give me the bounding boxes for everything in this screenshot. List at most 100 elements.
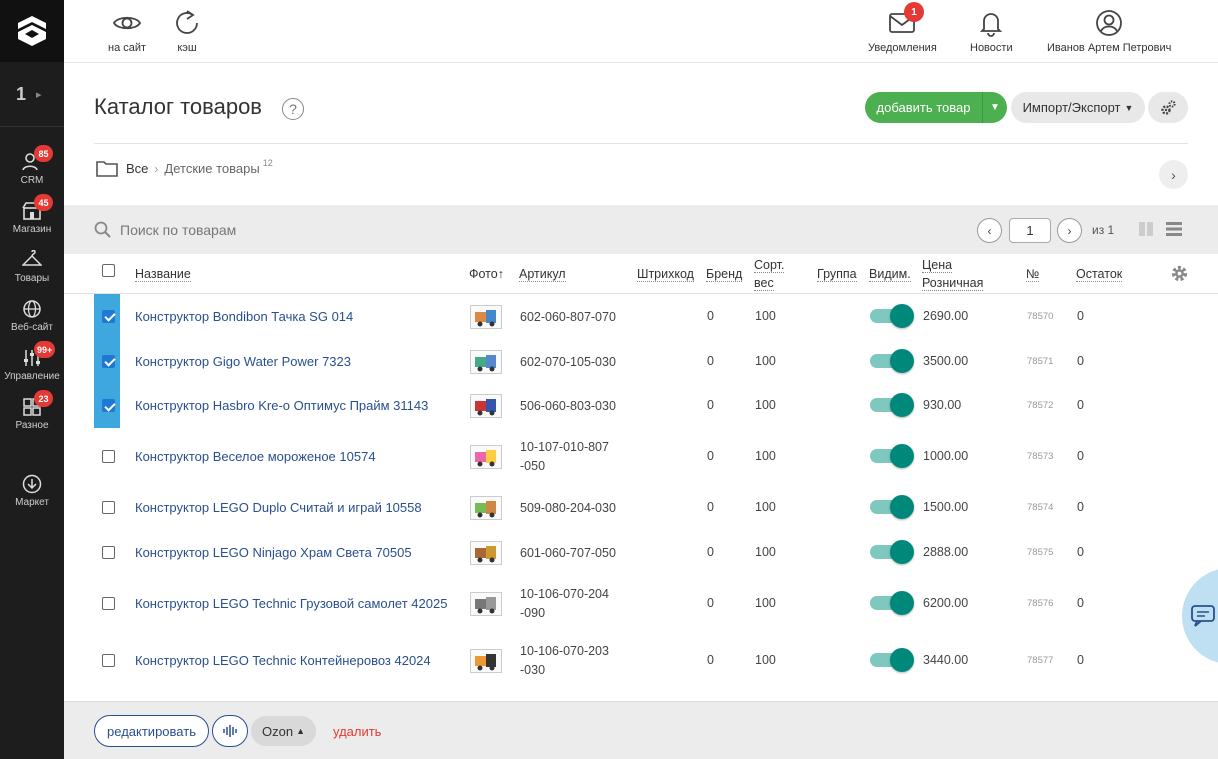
col-photo[interactable]: Фото↑ (469, 265, 504, 283)
product-name-link[interactable]: Конструктор Bondibon Тачка SG 014 (135, 309, 353, 324)
product-name-link[interactable]: Конструктор LEGO Technic Контейнеровоз 4… (135, 653, 431, 668)
product-name-link[interactable]: Конструктор LEGO Ninjago Храм Света 7050… (135, 545, 412, 560)
table-row[interactable]: Конструктор LEGO Technic Контейнеровоз 4… (64, 632, 1218, 689)
checkbox[interactable] (102, 653, 115, 667)
col-visible[interactable]: Видим. (869, 265, 911, 283)
product-photo[interactable] (470, 349, 502, 374)
table-row[interactable]: Конструктор Gigo Water Power 7323 602-070… (64, 339, 1218, 384)
select-all-checkbox[interactable] (102, 264, 115, 282)
sidebar: 1 ▸ CRM 85 Магазин 45 Товары Веб-сайт Уп… (0, 0, 64, 759)
col-sort-weight[interactable]: Сорт. вес (754, 256, 785, 292)
visibility-toggle[interactable] (870, 303, 914, 328)
checkbox[interactable] (102, 309, 115, 323)
sidebar-item-products[interactable]: Товары (0, 239, 64, 288)
col-name[interactable]: Название (135, 265, 191, 283)
toggle-knob (890, 303, 914, 328)
product-name-link[interactable]: Конструктор LEGO Technic Грузовой самоле… (135, 596, 447, 611)
search-input[interactable] (120, 217, 620, 242)
product-photo[interactable] (470, 444, 502, 469)
news-button[interactable]: Новости (970, 8, 1013, 54)
visibility-toggle[interactable] (870, 348, 914, 373)
product-number: 78571 (1027, 355, 1054, 367)
breadcrumb-next-button[interactable]: › (1159, 160, 1188, 189)
visibility-toggle[interactable] (870, 393, 914, 417)
table-row[interactable]: Конструктор Hasbro Kre-o Оптимус Прайм 3… (64, 384, 1218, 428)
col-number[interactable]: № (1026, 265, 1040, 283)
sidebar-item-market[interactable]: Маркет (0, 463, 64, 512)
col-visible-label: Видим. (869, 267, 911, 282)
visibility-toggle[interactable] (870, 494, 914, 519)
edit-button[interactable]: редактировать (94, 715, 209, 747)
row-checkbox[interactable] (102, 596, 115, 613)
gear-icon[interactable] (1170, 264, 1189, 283)
user-menu[interactable]: Иванов Артем Петрович (1047, 8, 1171, 54)
checkbox[interactable] (102, 354, 115, 368)
product-name-link[interactable]: Конструктор LEGO Duplo Считай и играй 10… (135, 500, 422, 515)
waveform-button[interactable] (212, 715, 248, 747)
table-row[interactable]: Конструктор LEGO Ninjago Храм Света 7050… (64, 530, 1218, 575)
product-name-link[interactable]: Конструктор Веселое мороженое 10574 (135, 449, 376, 464)
marketplace-dropdown[interactable]: Ozon ▲ (251, 716, 316, 746)
col-barcode[interactable]: Штрихкод (637, 265, 694, 283)
next-page-button[interactable]: › (1057, 218, 1082, 243)
notifications-button[interactable]: Уведомления 1 (868, 2, 937, 54)
row-checkbox[interactable] (102, 399, 115, 415)
table-row[interactable]: Конструктор LEGO Duplo Считай и играй 10… (64, 485, 1218, 530)
visibility-toggle[interactable] (870, 443, 914, 468)
col-group[interactable]: Группа (817, 265, 857, 283)
row-checkbox[interactable] (102, 309, 115, 326)
help-icon[interactable]: ? (282, 98, 304, 120)
logo[interactable] (0, 0, 64, 62)
checkbox[interactable] (102, 399, 115, 412)
list-view-icon[interactable] (1166, 221, 1182, 237)
add-product-button[interactable]: добавить товар ▼ (865, 92, 1007, 123)
breadcrumb-root[interactable]: Все (126, 161, 148, 176)
site-selector[interactable]: 1 ▸ (0, 62, 64, 127)
delete-button[interactable]: удалить (333, 724, 381, 739)
checkbox[interactable] (102, 449, 115, 463)
row-checkbox[interactable] (102, 500, 115, 517)
news-label: Новости (970, 42, 1013, 54)
cache-button[interactable]: кэш (172, 8, 202, 54)
row-checkbox[interactable] (102, 545, 115, 562)
checkbox[interactable] (102, 264, 115, 277)
product-photo[interactable] (470, 648, 502, 673)
checkbox[interactable] (102, 545, 115, 559)
import-export-button[interactable]: Импорт/Экспорт ▼ (1011, 92, 1145, 123)
row-checkbox[interactable] (102, 449, 115, 466)
row-checkbox[interactable] (102, 354, 115, 371)
visibility-toggle[interactable] (870, 539, 914, 564)
product-photo[interactable] (470, 540, 502, 565)
checkbox[interactable] (102, 500, 115, 514)
settings-button[interactable] (1148, 92, 1188, 123)
col-price[interactable]: Цена Розничная (922, 256, 984, 292)
col-article[interactable]: Артикул (519, 265, 566, 283)
checkbox[interactable] (102, 596, 115, 610)
sidebar-item-management[interactable]: Управление 99+ (0, 337, 64, 386)
product-photo[interactable] (470, 495, 502, 520)
tile-view-icon[interactable] (1138, 221, 1154, 237)
table-row[interactable]: Конструктор Веселое мороженое 10574 10-10… (64, 428, 1218, 485)
page-number-input[interactable]: 1 (1009, 218, 1051, 243)
product-name-link[interactable]: Конструктор Gigo Water Power 7323 (135, 354, 351, 369)
product-photo[interactable] (470, 394, 502, 418)
product-photo[interactable] (470, 591, 502, 616)
product-photo[interactable] (470, 304, 502, 329)
prev-page-button[interactable]: ‹ (977, 218, 1002, 243)
sidebar-item-website[interactable]: Веб-сайт (0, 288, 64, 337)
col-stock[interactable]: Остаток (1076, 265, 1123, 283)
view-site-button[interactable]: на сайт (108, 8, 146, 54)
product-stock: 0 (1077, 353, 1084, 368)
visibility-toggle[interactable] (870, 590, 914, 615)
table-row[interactable]: Конструктор Bondibon Тачка SG 014 602-060… (64, 294, 1218, 339)
product-name-link[interactable]: Конструктор Hasbro Kre-o Оптимус Прайм 3… (135, 398, 428, 413)
sidebar-item-crm[interactable]: CRM 85 (0, 141, 64, 190)
crm-badge: 85 (34, 145, 53, 162)
visibility-toggle[interactable] (870, 647, 914, 672)
row-checkbox[interactable] (102, 653, 115, 670)
caret-down-icon[interactable]: ▼ (982, 92, 1007, 123)
sidebar-item-misc[interactable]: Разное 23 (0, 386, 64, 435)
sidebar-item-shop[interactable]: Магазин 45 (0, 190, 64, 239)
col-brand[interactable]: Бренд (706, 265, 743, 283)
table-row[interactable]: Конструктор LEGO Technic Грузовой самоле… (64, 575, 1218, 632)
